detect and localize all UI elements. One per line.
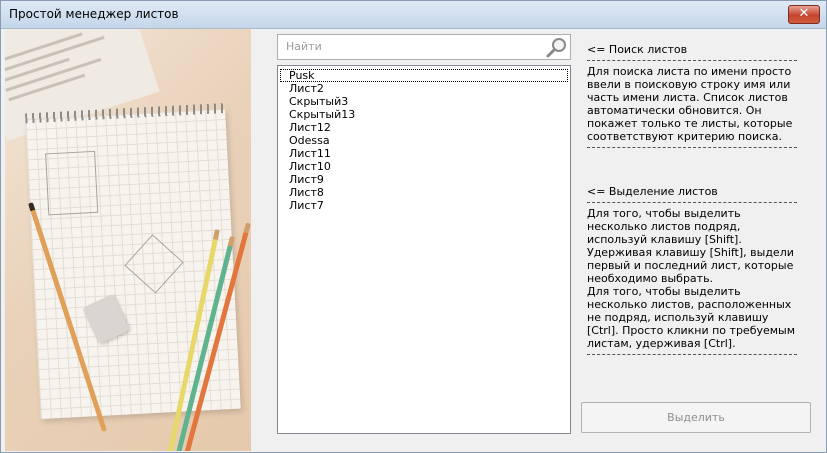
- search-input[interactable]: [278, 35, 546, 57]
- search-icon[interactable]: [546, 36, 568, 58]
- select-help-text: Для того, чтобы выделить несколько листо…: [587, 207, 796, 350]
- sheet-list[interactable]: Pusk Лист2 Скрытый3 Скрытый13 Лист12 Odessa Ли…: [277, 65, 571, 434]
- search-help: <= Поиск листов Для поиска листа по имен…: [587, 43, 797, 152]
- sheet-list-item[interactable]: Лист12: [280, 121, 568, 134]
- sheet-list-item[interactable]: Лист10: [280, 160, 568, 173]
- sheet-list-item[interactable]: Скрытый3: [280, 95, 568, 108]
- sheet-list-item[interactable]: Odessa: [280, 134, 568, 147]
- select-help: <= Выделение листов Для того, чтобы выде…: [587, 185, 797, 359]
- window-title: Простой менеджер листов: [9, 7, 179, 21]
- sheet-list-item[interactable]: Лист8: [280, 186, 568, 199]
- title-bar: Простой менеджер листов ✕: [1, 1, 826, 29]
- close-icon: ✕: [798, 6, 810, 21]
- sheet-list-item[interactable]: Лист11: [280, 147, 568, 160]
- sheet-manager-window: Простой менеджер листов ✕ PuskЛист2Скрыт…: [0, 0, 827, 453]
- sheet-list-item[interactable]: Лист9: [280, 173, 568, 186]
- close-button[interactable]: ✕: [788, 5, 820, 24]
- select-help-heading: <= Выделение листов: [587, 185, 718, 198]
- search-box: [277, 34, 571, 60]
- sheet-list-item[interactable]: Лист2: [280, 82, 568, 95]
- select-sheets-button[interactable]: Выделить: [581, 402, 811, 433]
- search-help-heading: <= Поиск листов: [587, 43, 688, 56]
- sheet-list-item[interactable]: Pusk: [280, 69, 568, 82]
- decorative-picture: [5, 29, 251, 451]
- sheet-list-item[interactable]: Скрытый13: [280, 108, 568, 121]
- search-help-text: Для поиска листа по имени просто ввели в…: [587, 65, 793, 143]
- sheet-list-item[interactable]: Лист7: [280, 199, 568, 212]
